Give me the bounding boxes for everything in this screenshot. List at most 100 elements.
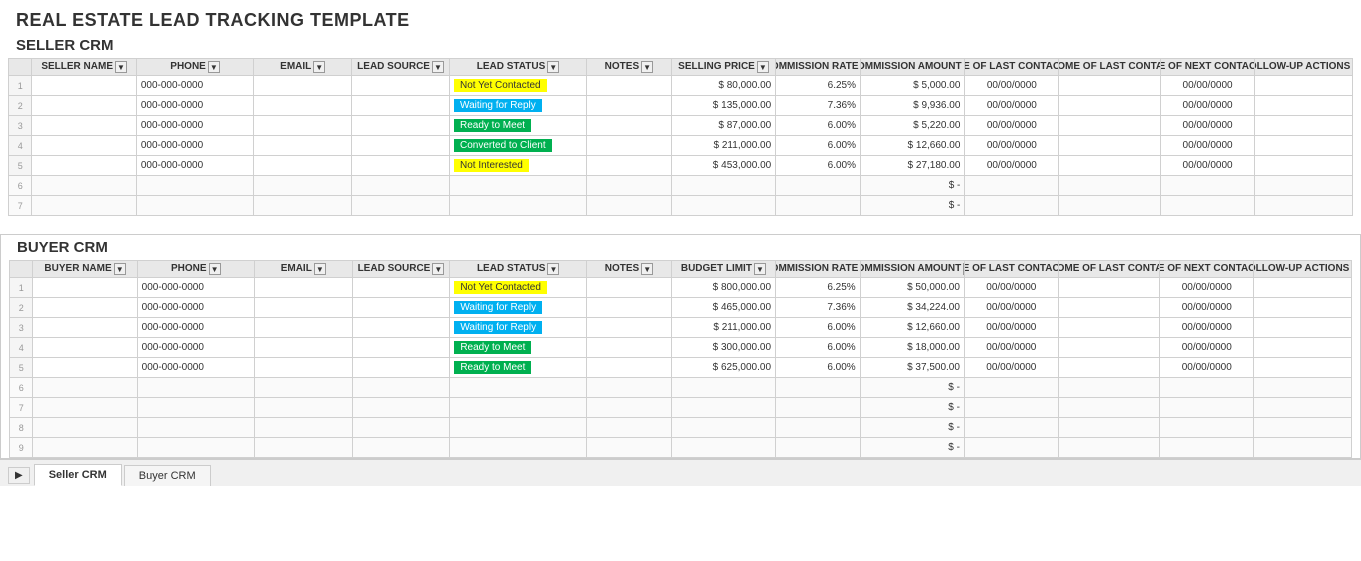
- comm-amount-cell[interactable]: $ 9,936.00: [861, 96, 965, 116]
- lead-status-cell[interactable]: Not Interested: [450, 156, 587, 176]
- buyer-table-row[interactable]: 2 000-000-0000 Waiting for Reply $ 465,0…: [10, 298, 1352, 318]
- lead-source-cell[interactable]: [352, 298, 450, 318]
- comm-rate-cell[interactable]: 6.00%: [776, 358, 861, 378]
- outcome-last-cell[interactable]: [1058, 338, 1160, 358]
- email-cell[interactable]: [254, 358, 352, 378]
- lead-source-cell[interactable]: [352, 96, 450, 116]
- selling-price-cell[interactable]: $ 80,000.00: [671, 76, 775, 96]
- selling-price-dropdown[interactable]: ▼: [757, 61, 769, 73]
- lead-source-cell[interactable]: [352, 358, 450, 378]
- seller-table-row[interactable]: 3 000-000-0000 Ready to Meet $ 87,000.00…: [9, 116, 1353, 136]
- phone-cell[interactable]: 000-000-0000: [136, 76, 253, 96]
- lead-source-dropdown[interactable]: ▼: [432, 61, 444, 73]
- seller-table-row[interactable]: 4 000-000-0000 Converted to Client $ 211…: [9, 136, 1353, 156]
- notes-cell[interactable]: [587, 338, 672, 358]
- followup-cell[interactable]: [1255, 136, 1353, 156]
- lead-status-cell[interactable]: Ready to Meet: [450, 338, 587, 358]
- followup-cell[interactable]: [1254, 278, 1352, 298]
- tab-buyer-crm[interactable]: Buyer CRM: [124, 465, 211, 486]
- email-dropdown[interactable]: ▼: [313, 61, 325, 73]
- budget-cell[interactable]: $ 625,000.00: [671, 358, 775, 378]
- buyer-table-row[interactable]: 1 000-000-0000 Not Yet Contacted $ 800,0…: [10, 278, 1352, 298]
- date-next-cell[interactable]: 00/00/0000: [1161, 136, 1255, 156]
- notes-cell[interactable]: [587, 358, 672, 378]
- notes-cell[interactable]: [587, 96, 672, 116]
- outcome-last-cell[interactable]: [1058, 298, 1160, 318]
- comm-amount-cell[interactable]: $ 5,220.00: [861, 116, 965, 136]
- buyer-empty-row[interactable]: 7 $ -: [10, 398, 1352, 418]
- date-next-cell[interactable]: 00/00/0000: [1160, 298, 1254, 318]
- outcome-last-cell[interactable]: [1059, 96, 1161, 116]
- selling-price-cell[interactable]: $ 135,000.00: [671, 96, 775, 116]
- date-next-cell[interactable]: 00/00/0000: [1160, 358, 1254, 378]
- phone-dropdown[interactable]: ▼: [208, 61, 220, 73]
- seller-name-cell[interactable]: [32, 96, 136, 116]
- phone-cell[interactable]: 000-000-0000: [137, 298, 254, 318]
- lead-status-cell[interactable]: Waiting for Reply: [450, 298, 587, 318]
- lead-source-cell[interactable]: [352, 156, 450, 176]
- date-next-cell[interactable]: 00/00/0000: [1160, 338, 1254, 358]
- buyer-table-row[interactable]: 3 000-000-0000 Waiting for Reply $ 211,0…: [10, 318, 1352, 338]
- outcome-last-cell[interactable]: [1058, 278, 1160, 298]
- lead-status-cell[interactable]: Not Yet Contacted: [450, 278, 587, 298]
- buyer-lead-status-dropdown[interactable]: ▼: [547, 263, 559, 275]
- notes-cell[interactable]: [587, 298, 672, 318]
- phone-cell[interactable]: 000-000-0000: [136, 136, 253, 156]
- buyer-email-dropdown[interactable]: ▼: [314, 263, 326, 275]
- selling-price-cell[interactable]: $ 211,000.00: [671, 136, 775, 156]
- comm-amount-cell[interactable]: $ 34,224.00: [860, 298, 964, 318]
- seller-empty-row[interactable]: 7 $ -: [9, 196, 1353, 216]
- comm-amount-cell[interactable]: $ 18,000.00: [860, 338, 964, 358]
- comm-rate-cell[interactable]: 7.36%: [776, 96, 861, 116]
- date-last-cell[interactable]: 00/00/0000: [964, 338, 1058, 358]
- phone-cell[interactable]: 000-000-0000: [136, 156, 253, 176]
- budget-cell[interactable]: $ 465,000.00: [671, 298, 775, 318]
- date-next-cell[interactable]: 00/00/0000: [1161, 76, 1255, 96]
- seller-name-cell[interactable]: [32, 156, 136, 176]
- email-cell[interactable]: [254, 278, 352, 298]
- notes-cell[interactable]: [587, 136, 672, 156]
- comm-amount-cell[interactable]: $ 50,000.00: [860, 278, 964, 298]
- comm-rate-cell[interactable]: 6.00%: [776, 136, 861, 156]
- outcome-last-cell[interactable]: [1059, 156, 1161, 176]
- seller-name-dropdown[interactable]: ▼: [115, 61, 127, 73]
- lead-status-cell[interactable]: Ready to Meet: [450, 358, 587, 378]
- buyer-name-cell[interactable]: [33, 318, 137, 338]
- buyer-table-row[interactable]: 5 000-000-0000 Ready to Meet $ 625,000.0…: [10, 358, 1352, 378]
- notes-cell[interactable]: [587, 116, 672, 136]
- lead-status-dropdown[interactable]: ▼: [547, 61, 559, 73]
- date-last-cell[interactable]: 00/00/0000: [965, 96, 1059, 116]
- buyer-notes-dropdown[interactable]: ▼: [641, 263, 653, 275]
- seller-name-cell[interactable]: [32, 116, 136, 136]
- date-last-cell[interactable]: 00/00/0000: [964, 318, 1058, 338]
- notes-cell[interactable]: [587, 76, 672, 96]
- budget-cell[interactable]: $ 300,000.00: [671, 338, 775, 358]
- comm-amount-cell[interactable]: $ 12,660.00: [860, 318, 964, 338]
- lead-status-cell[interactable]: Waiting for Reply: [450, 318, 587, 338]
- followup-cell[interactable]: [1255, 76, 1353, 96]
- notes-dropdown[interactable]: ▼: [641, 61, 653, 73]
- lead-status-cell[interactable]: Ready to Meet: [450, 116, 587, 136]
- date-next-cell[interactable]: 00/00/0000: [1161, 156, 1255, 176]
- date-next-cell[interactable]: 00/00/0000: [1160, 278, 1254, 298]
- buyer-empty-row[interactable]: 8 $ -: [10, 418, 1352, 438]
- email-cell[interactable]: [254, 76, 352, 96]
- buyer-phone-dropdown[interactable]: ▼: [209, 263, 221, 275]
- followup-cell[interactable]: [1255, 96, 1353, 116]
- lead-source-cell[interactable]: [352, 278, 450, 298]
- comm-rate-cell[interactable]: 6.00%: [776, 116, 861, 136]
- date-next-cell[interactable]: 00/00/0000: [1160, 318, 1254, 338]
- phone-cell[interactable]: 000-000-0000: [136, 96, 253, 116]
- seller-name-cell[interactable]: [32, 136, 136, 156]
- date-last-cell[interactable]: 00/00/0000: [965, 76, 1059, 96]
- comm-amount-cell[interactable]: $ 5,000.00: [861, 76, 965, 96]
- comm-rate-cell[interactable]: 6.25%: [776, 76, 861, 96]
- lead-source-cell[interactable]: [352, 136, 450, 156]
- comm-amount-cell[interactable]: $ 27,180.00: [861, 156, 965, 176]
- date-last-cell[interactable]: 00/00/0000: [964, 298, 1058, 318]
- buyer-lead-source-dropdown[interactable]: ▼: [432, 263, 444, 275]
- phone-cell[interactable]: 000-000-0000: [137, 338, 254, 358]
- buyer-empty-row[interactable]: 9 $ -: [10, 438, 1352, 458]
- buyer-name-cell[interactable]: [33, 338, 137, 358]
- tab-seller-crm[interactable]: Seller CRM: [34, 464, 122, 486]
